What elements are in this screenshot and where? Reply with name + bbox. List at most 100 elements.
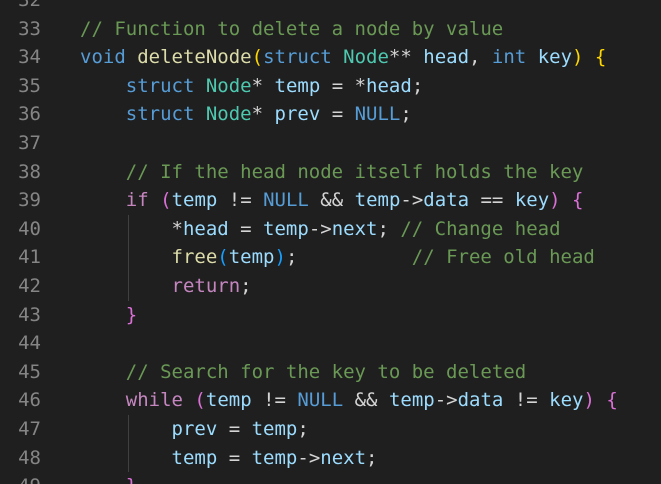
- code-token: struct: [125, 103, 195, 126]
- code-text: // Function to delete a node by value: [80, 15, 503, 44]
- code-line[interactable]: 36 struct Node* prev = NULL;: [0, 100, 661, 129]
- code-token: free: [171, 246, 218, 269]
- code-token: deleteNode: [137, 46, 252, 69]
- code-token: temp: [171, 446, 218, 469]
- line-number: 48: [18, 446, 41, 469]
- code-token: =: [217, 417, 252, 440]
- code-line[interactable]: 39 if (temp != NULL && temp->data == key…: [0, 186, 661, 215]
- code-line[interactable]: 49 }: [0, 472, 661, 484]
- code-token: key: [537, 46, 573, 69]
- code-token: Node: [205, 103, 252, 126]
- line-number: 45: [18, 360, 41, 383]
- code-token: }: [125, 303, 138, 326]
- code-token: !=: [251, 389, 298, 412]
- code-token: =: [228, 217, 264, 240]
- code-token: key: [514, 189, 550, 212]
- code-lines: 32 33 // Function to delete a node by valu…: [0, 0, 661, 484]
- code-line[interactable]: 38 // If the head node itself holds the …: [0, 158, 661, 187]
- code-line[interactable]: 45 // Search for the key to be deleted: [0, 358, 661, 387]
- code-text: *head = temp->next; // Change head: [80, 215, 561, 244]
- code-token: ;: [377, 217, 401, 240]
- line-number: 49: [0, 472, 41, 484]
- code-token: head: [182, 217, 229, 240]
- code-line[interactable]: 44: [0, 329, 661, 358]
- code-token: temp: [205, 389, 252, 412]
- code-text: }: [80, 472, 137, 484]
- code-text: prev = temp;: [80, 415, 309, 444]
- code-line[interactable]: 32: [0, 0, 661, 15]
- code-token: NULL: [297, 389, 344, 412]
- code-line[interactable]: 43 }: [0, 301, 661, 330]
- code-token: // Free old head: [411, 246, 595, 269]
- code-line[interactable]: 42 return;: [0, 271, 661, 301]
- code-line[interactable]: 33 // Function to delete a node by value: [0, 15, 661, 44]
- code-token: {: [572, 189, 584, 212]
- code-line[interactable]: 47 prev = temp;: [0, 414, 661, 444]
- line-number: 46: [18, 389, 41, 412]
- code-token: ->: [297, 446, 321, 469]
- code-token: // If the head node itself holds the key: [125, 160, 584, 183]
- code-line[interactable]: 35 struct Node* temp = *head;: [0, 72, 661, 101]
- code-editor[interactable]: 32 33 // Function to delete a node by valu…: [0, 0, 661, 484]
- line-number: 38: [18, 160, 41, 183]
- code-token: ;: [297, 417, 309, 440]
- code-token: &&: [343, 389, 389, 412]
- code-token: temp: [263, 217, 309, 240]
- code-line[interactable]: 41 free(temp); // Free old head: [0, 243, 661, 272]
- code-token: }: [126, 475, 137, 484]
- code-token: = *: [320, 74, 367, 97]
- code-token: void: [80, 46, 126, 69]
- code-token: ): [572, 46, 584, 69]
- code-line[interactable]: 34 void deleteNode(struct Node** head, in…: [0, 43, 661, 72]
- code-token: temp: [354, 189, 401, 212]
- line-number: 42: [18, 274, 41, 297]
- code-token: {: [594, 46, 607, 69]
- code-token: // Function to delete a node by value: [80, 17, 504, 40]
- code-token: temp: [274, 74, 321, 97]
- code-token: // Search for the key to be deleted: [125, 360, 527, 383]
- code-token: &&: [308, 189, 355, 212]
- code-token: *: [251, 103, 275, 126]
- code-token: ->: [400, 189, 424, 212]
- line-number: 44: [18, 332, 41, 355]
- line-number: 34: [18, 46, 41, 69]
- line-number: 41: [18, 246, 41, 269]
- line-number: 37: [18, 131, 41, 154]
- code-token: ): [583, 389, 595, 412]
- code-line[interactable]: 37: [0, 129, 661, 158]
- code-token: prev: [274, 103, 321, 126]
- code-token: **: [388, 46, 424, 69]
- line-number: 40: [18, 217, 41, 240]
- code-text: while (temp != NULL && temp->data != key…: [80, 386, 618, 415]
- code-token: =: [320, 103, 355, 126]
- code-token: *: [80, 217, 183, 240]
- code-line[interactable]: 46 while (temp != NULL && temp->data != …: [0, 386, 661, 415]
- code-text: if (temp != NULL && temp->data == key) {: [80, 186, 584, 215]
- code-line[interactable]: 40 *head = temp->next; // Change head: [0, 214, 661, 244]
- line-number: 32: [18, 0, 41, 11]
- code-line[interactable]: 48 temp = temp->next;: [0, 443, 661, 473]
- code-token: temp: [251, 446, 298, 469]
- code-token: prev: [171, 417, 218, 440]
- code-token: return: [171, 274, 241, 297]
- code-text: free(temp); // Free old head: [80, 243, 595, 272]
- code-token: key: [549, 389, 584, 412]
- line-number: 33: [18, 17, 41, 40]
- code-token: data: [423, 189, 470, 212]
- code-token: (: [194, 389, 206, 412]
- code-token: =: [217, 446, 252, 469]
- code-text: return;: [80, 272, 252, 301]
- code-token: (: [160, 189, 172, 212]
- code-token: next: [331, 217, 378, 240]
